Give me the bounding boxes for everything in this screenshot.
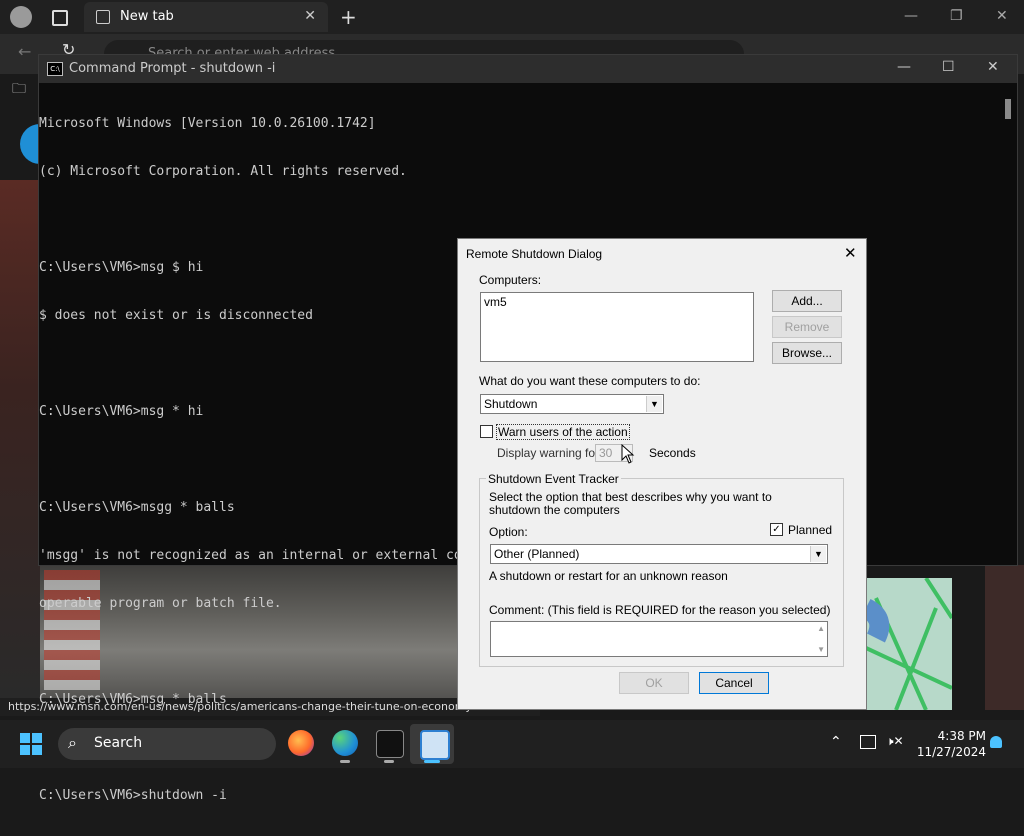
taskbar-clock[interactable]: 4:38 PM 11/27/2024 [914,728,986,760]
reason-description: A shutdown or restart for an unknown rea… [489,569,728,583]
start-windows-icon[interactable] [20,733,42,755]
edge-icon[interactable] [332,730,358,756]
option-value: Other (Planned) [494,547,580,561]
display-warning-label: Display warning for [497,446,600,460]
cmd-minimize-icon[interactable]: — [897,59,911,75]
console-line: (c) Microsoft Corporation. All rights re… [39,164,407,179]
dialog-title: Remote Shutdown Dialog [466,247,603,261]
cmd-app-icon: C:\ [47,62,63,76]
taskbar-search[interactable]: ⌕ Search [58,728,276,760]
cmd-maximize-icon[interactable]: ☐ [942,59,955,75]
comment-label: Comment: (This field is REQUIRED for the… [489,603,831,617]
browser-minimize-icon[interactable]: — [904,8,918,24]
browser-titlebar: New tab ✕ + — ❐ ✕ [0,0,1024,34]
cmd-title: Command Prompt - shutdown -i [69,61,276,76]
scroll-down-icon[interactable]: ▼ [817,645,825,654]
list-item[interactable]: vm5 [484,295,507,309]
search-icon: ⌕ [68,733,77,752]
option-label: Option: [489,525,528,539]
console-line: Microsoft Windows [Version 10.0.26100.17… [39,116,376,131]
comment-textarea[interactable]: ▲ ▼ [490,621,828,657]
remote-shutdown-dialog[interactable]: Remote Shutdown Dialog ✕ Computers: vm5 … [457,238,867,710]
browse-button[interactable]: Browse... [772,342,842,364]
action-value: Shutdown [484,397,538,411]
dialog-close-icon[interactable]: ✕ [844,244,857,262]
computers-label: Computers: [479,273,542,287]
ok-button[interactable]: OK [619,672,689,694]
warn-users-label[interactable]: Warn users of the action [496,424,630,440]
tab-close-icon[interactable]: ✕ [304,8,316,24]
remove-button[interactable]: Remove [772,316,842,338]
news-image-left[interactable] [0,180,40,700]
tab-actions-icon[interactable] [52,10,68,26]
console-line: C:\Users\VM6>shutdown -i [39,788,227,803]
planned-checkbox[interactable]: ✓ [770,523,783,536]
cmd-titlebar[interactable]: C:\ Command Prompt - shutdown -i — ☐ ✕ [39,55,1017,83]
cmd-close-icon[interactable]: ✕ [987,59,999,75]
terminal-running-indicator [384,760,394,763]
tracker-description: Select the option that best describes wh… [489,490,772,517]
mouse-pointer-icon [621,444,635,464]
seconds-label: Seconds [649,446,696,460]
scroll-up-icon[interactable]: ▲ [817,624,825,633]
tab-label: New tab [120,9,174,24]
tracker-title: Shutdown Event Tracker [486,472,621,486]
planned-label[interactable]: Planned [788,523,832,537]
remote-shutdown-app-icon[interactable] [420,730,450,760]
terminal-icon[interactable] [376,730,404,758]
browser-close-icon[interactable]: ✕ [996,8,1008,24]
firefox-icon[interactable] [288,730,314,756]
clock-date: 11/27/2024 [916,745,986,759]
action-label: What do you want these computers to do: [479,374,701,388]
tray-chevron-up-icon[interactable]: ⌃ [830,734,842,750]
chevron-down-icon[interactable]: ▼ [646,396,662,412]
computers-listbox[interactable]: vm5 [480,292,754,362]
action-select[interactable]: Shutdown ▼ [480,394,664,414]
chevron-down-icon[interactable]: ▼ [810,546,826,562]
new-tab-button[interactable]: + [340,5,357,29]
volume-muted-icon[interactable]: 🕨✕ [886,734,904,749]
active-app-indicator [424,760,440,763]
cancel-button[interactable]: Cancel [699,672,769,694]
network-icon[interactable] [860,735,876,749]
new-tab-favicon [96,10,110,24]
cmd-scrollbar-thumb[interactable] [1005,99,1011,119]
option-select[interactable]: Other (Planned) ▼ [490,544,828,564]
back-icon[interactable]: ← [18,42,31,61]
tab-new-tab[interactable]: New tab ✕ [84,2,328,32]
clock-time: 4:38 PM [937,729,986,743]
warn-users-checkbox[interactable] [480,425,493,438]
search-label: Search [94,735,143,751]
notification-bell-icon[interactable] [990,736,1002,748]
browser-restore-icon[interactable]: ❐ [950,8,963,24]
add-button[interactable]: Add... [772,290,842,312]
profile-avatar[interactable] [10,6,32,28]
favorites-bar-icon[interactable]: 🗀 [12,78,26,102]
warning-seconds-value: 30 [599,446,613,460]
edge-running-indicator [340,760,350,763]
